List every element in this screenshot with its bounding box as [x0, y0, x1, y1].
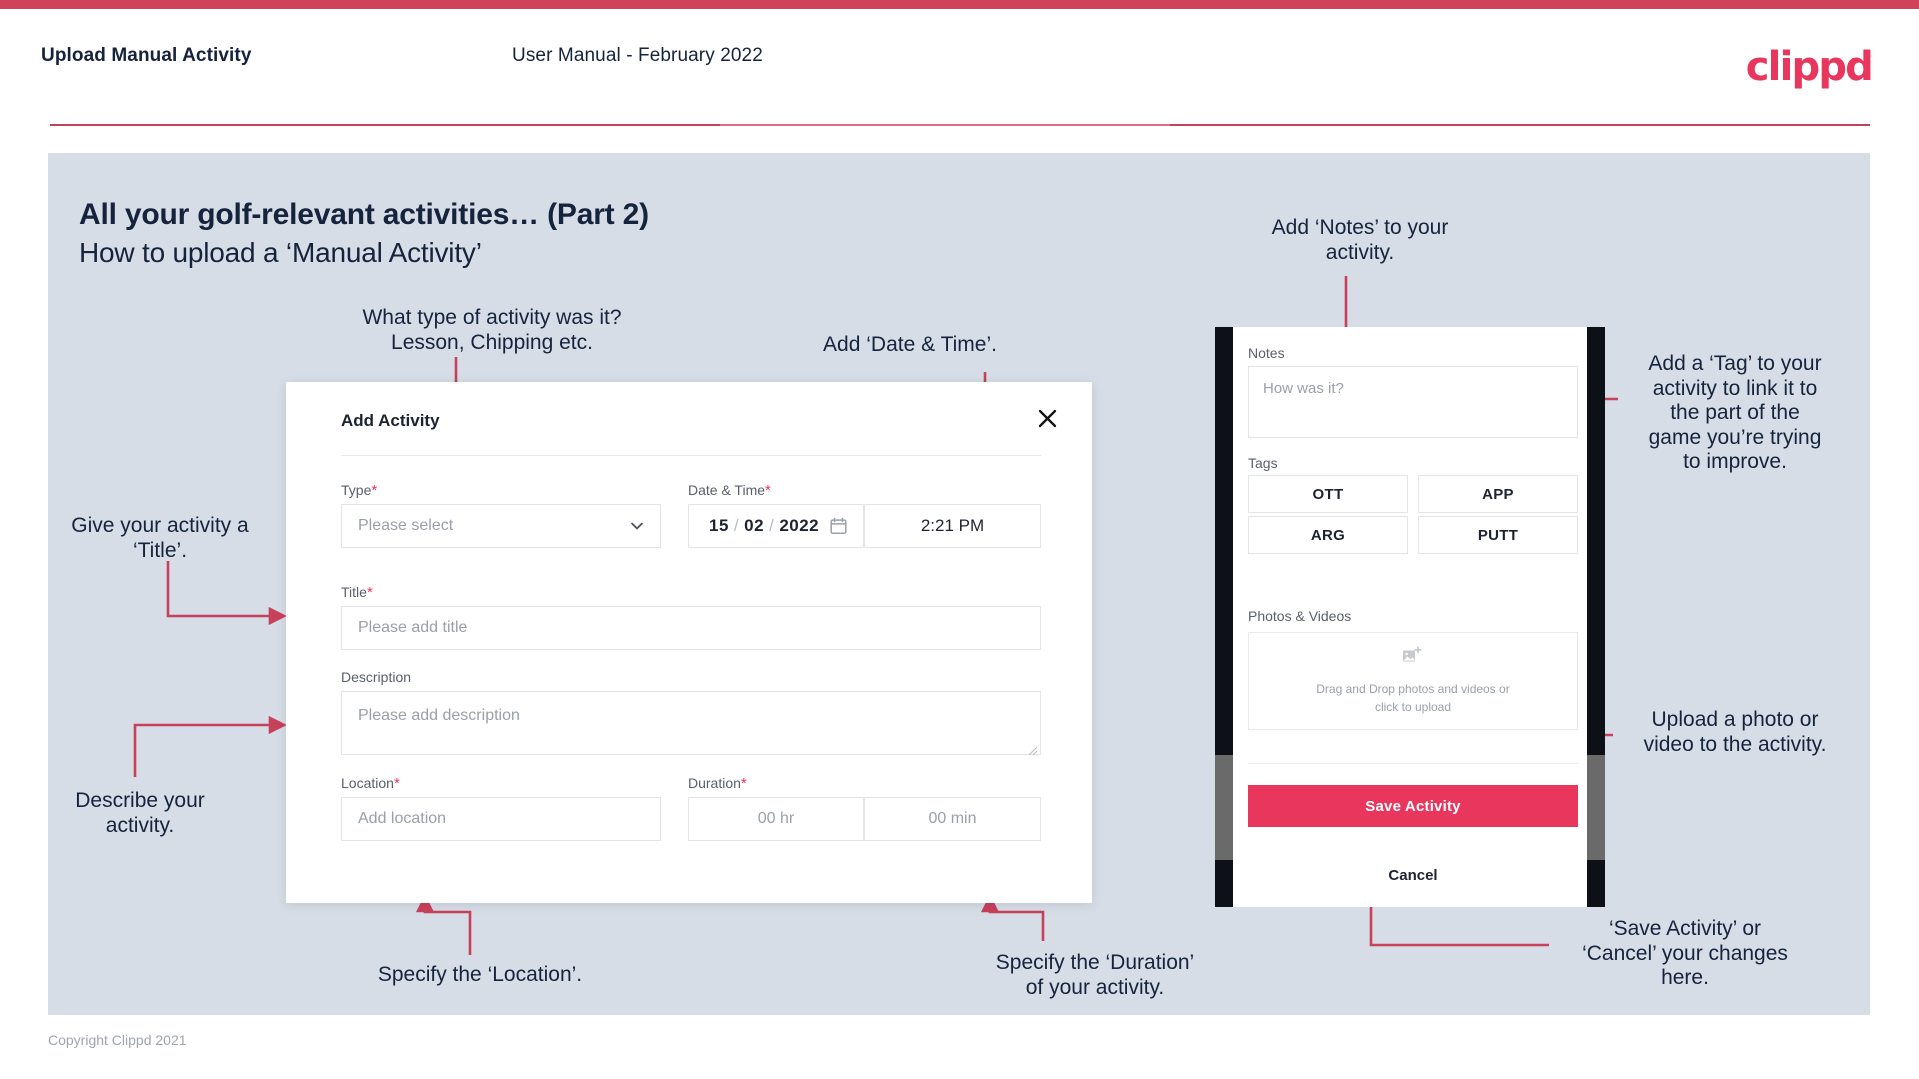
calendar-icon[interactable] [830, 517, 847, 535]
date-month: 02 [744, 516, 765, 535]
type-label-text: Type [341, 482, 372, 498]
annotation-type: What type of activity was it? Lesson, Ch… [362, 306, 622, 354]
annotation-location: Specify the ‘Location’. [377, 963, 583, 986]
location-label-text: Location [341, 775, 394, 791]
date-input[interactable]: 15 / 02 / 2022 [688, 504, 864, 548]
description-label-text: Description [341, 669, 412, 685]
page-title: Upload Manual Activity [41, 45, 252, 66]
close-icon[interactable] [1030, 401, 1064, 435]
tag-button-putt[interactable]: PUTT [1418, 516, 1578, 554]
chevron-down-icon [630, 519, 644, 533]
add-activity-dialog: Add Activity Type* Please select Date & … [286, 382, 1092, 903]
description-placeholder: Please add description [358, 707, 520, 724]
duration-required-mark: * [740, 775, 747, 792]
media-dropzone[interactable]: Drag and Drop photos and videos or click… [1248, 632, 1578, 730]
resize-grip-icon[interactable] [1028, 743, 1038, 756]
annotation-title: Give your activity a ‘Title’. [71, 514, 249, 562]
type-required-mark: * [371, 482, 378, 499]
tag-button-app[interactable]: APP [1418, 475, 1578, 513]
dialog-divider [341, 455, 1041, 456]
tag-button-arg[interactable]: ARG [1248, 516, 1408, 554]
cancel-button[interactable]: Cancel [1248, 862, 1578, 888]
header-divider-highlight [720, 124, 1170, 126]
time-value: 2:21 PM [920, 516, 985, 535]
title-label-text: Title [341, 584, 367, 600]
time-input[interactable]: 2:21 PM [864, 504, 1041, 548]
description-label: Description [341, 669, 411, 685]
duration-hours-placeholder: 00 hr [757, 810, 795, 827]
dropzone-line-2: click to upload [1374, 700, 1452, 714]
type-label: Type* [341, 482, 377, 499]
title-input[interactable]: Please add title [341, 606, 1041, 650]
datetime-label-text: Date & Time [688, 482, 766, 498]
date-day: 15 [709, 516, 729, 535]
annotation-tag: Add a ‘Tag’ to your activity to link it … [1648, 352, 1822, 474]
location-input[interactable]: Add location [341, 797, 661, 841]
duration-minutes-placeholder: 00 min [928, 810, 977, 827]
slide-page: Upload Manual Activity User Manual - Feb… [0, 0, 1919, 1079]
annotation-duration: Specify the ‘Duration’ of your activity. [995, 951, 1195, 999]
dropzone-line-1: Drag and Drop photos and videos or [1316, 682, 1510, 696]
date-sep-2: / [769, 516, 775, 535]
dialog-title: Add Activity [341, 411, 440, 430]
date-sep-1: / [733, 516, 740, 535]
notes-label: Notes [1248, 345, 1285, 361]
duration-minutes-input[interactable]: 00 min [864, 797, 1041, 841]
media-label: Photos & Videos [1248, 608, 1352, 624]
duration-label-text: Duration [688, 775, 741, 791]
phone-bezel-left-lower [1215, 755, 1233, 860]
type-select[interactable]: Please select [341, 504, 661, 548]
dropzone-text: Drag and Drop photos and videos or click… [1316, 680, 1509, 716]
notes-textarea[interactable]: How was it? [1248, 366, 1578, 438]
annotation-datetime: Add ‘Date & Time’. [823, 333, 997, 356]
title-required-mark: * [366, 584, 373, 601]
clippd-logo: clippd [1745, 44, 1874, 90]
date-year: 2022 [779, 516, 820, 535]
datetime-required-mark: * [765, 482, 771, 499]
location-label: Location* [341, 775, 400, 792]
title-label: Title* [341, 584, 373, 601]
duration-hours-input[interactable]: 00 hr [688, 797, 864, 841]
top-accent-stripe [0, 0, 1919, 9]
add-image-icon [1402, 646, 1424, 671]
location-required-mark: * [393, 775, 400, 792]
type-placeholder: Please select [358, 517, 454, 534]
footer-copyright: Copyright Clippd 2021 [48, 1032, 187, 1048]
annotation-save-cancel: ‘Save Activity’ or ‘Cancel’ your changes… [1582, 917, 1788, 990]
location-placeholder: Add location [358, 810, 447, 827]
phone-bezel-right-lower [1587, 755, 1605, 860]
tags-label: Tags [1248, 455, 1278, 471]
annotation-upload: Upload a photo or video to the activity. [1643, 708, 1827, 756]
annotation-notes: Add ‘Notes’ to your activity. [1271, 216, 1449, 264]
page-subtitle: User Manual - February 2022 [512, 45, 763, 66]
phone-divider [1248, 763, 1578, 764]
slide-subheading: How to upload a ‘Manual Activity’ [79, 237, 482, 268]
annotation-description: Describe your activity. [75, 789, 205, 837]
notes-placeholder: How was it? [1263, 380, 1344, 397]
title-placeholder: Please add title [358, 619, 468, 636]
slide-heading: All your golf-relevant activities… (Part… [79, 198, 649, 231]
save-activity-button[interactable]: Save Activity [1248, 785, 1578, 827]
tag-button-ott[interactable]: OTT [1248, 475, 1408, 513]
datetime-label: Date & Time* [688, 482, 771, 499]
description-textarea[interactable]: Please add description [341, 691, 1041, 756]
duration-label: Duration* [688, 775, 747, 792]
